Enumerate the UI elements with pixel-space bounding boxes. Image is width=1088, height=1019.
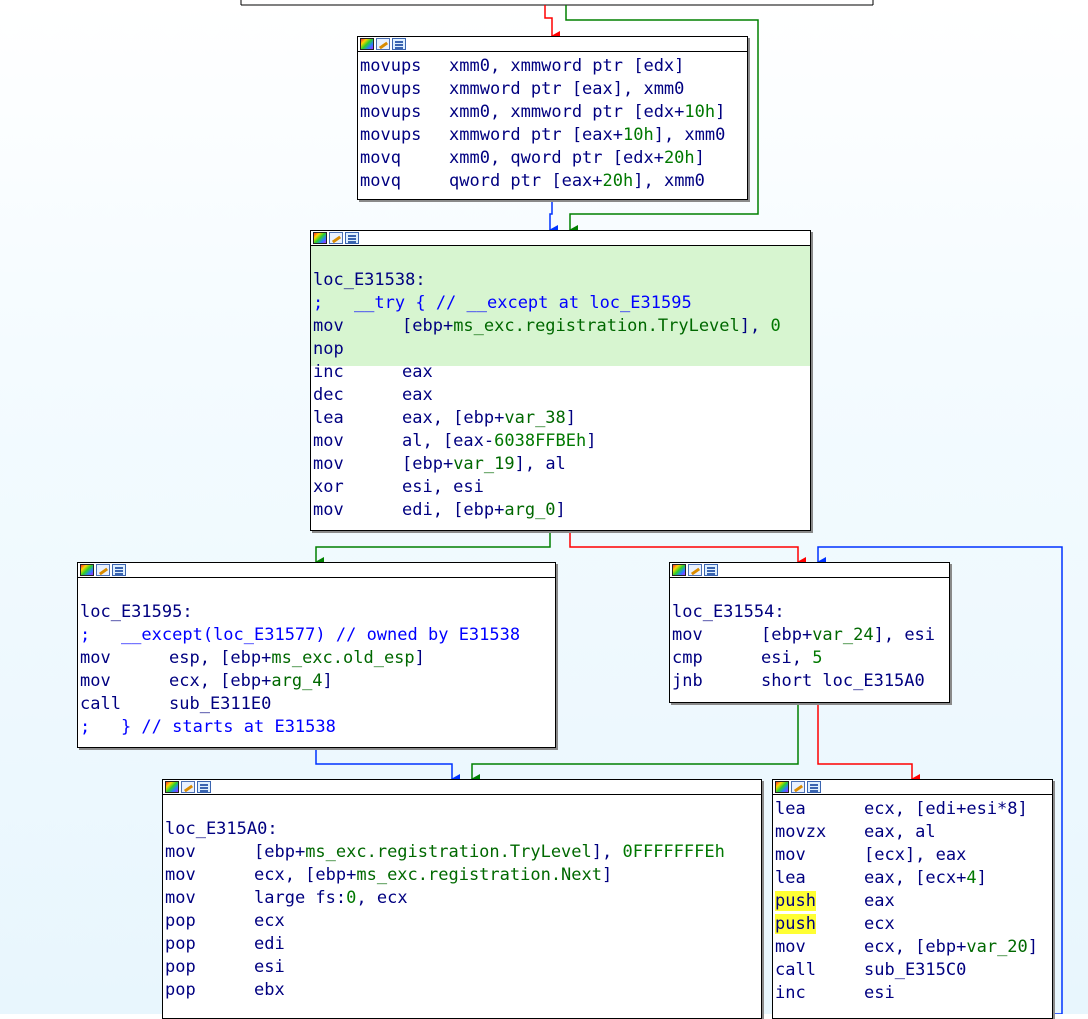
asm-line[interactable]: mov al, [eax-6038FFBEh] bbox=[313, 430, 810, 453]
color-palette-icon[interactable] bbox=[360, 38, 374, 50]
asm-line[interactable]: mov edi, [ebp+arg_0] bbox=[313, 499, 810, 522]
asm-line[interactable]: movzx eax, al bbox=[775, 821, 1052, 844]
code-block-xmm-copy[interactable]: movups xmm0, xmmword ptr [edx] movups xmmw… bbox=[357, 36, 748, 200]
asm-line[interactable]: pop ecx bbox=[165, 910, 761, 933]
highlighted-mnemonic: push bbox=[775, 914, 816, 934]
edge-b2-to-b3 bbox=[315, 531, 551, 567]
asm-line[interactable]: pop ebx bbox=[165, 979, 761, 1002]
asm-line[interactable]: xor esi, esi bbox=[313, 476, 810, 499]
asm-line[interactable]: nop bbox=[313, 338, 810, 361]
code-block-loc-e31554[interactable]: loc_E31554: mov [ebp+var_24], esi cmp esi,… bbox=[669, 562, 950, 703]
asm-line[interactable]: mov [ebp+var_24], esi bbox=[672, 624, 949, 647]
block-label[interactable]: loc_E31554: bbox=[672, 601, 949, 624]
block-titlebar bbox=[311, 231, 810, 246]
asm-line[interactable]: pop edi bbox=[165, 933, 761, 956]
rename-pencil-icon[interactable] bbox=[96, 564, 110, 576]
block-titlebar bbox=[358, 37, 747, 52]
edge-b3-to-b5 bbox=[315, 748, 460, 784]
asm-line[interactable]: lea ecx, [edi+esi*8] bbox=[775, 798, 1052, 821]
asm-line[interactable]: cmp esi, 5 bbox=[672, 647, 949, 670]
rename-pencil-icon[interactable] bbox=[181, 781, 195, 793]
asm-line[interactable]: call sub_E315C0 bbox=[775, 959, 1052, 982]
asm-line[interactable]: movups xmmword ptr [eax], xmm0 bbox=[360, 78, 747, 101]
asm-line[interactable]: mov [ebp+ms_exc.registration.TryLevel], 0… bbox=[165, 841, 761, 864]
edge-b1-to-b2 bbox=[549, 200, 558, 235]
code-block-loc-e31595[interactable]: loc_E31595: ; __except(loc_E31577) // ow… bbox=[77, 562, 556, 748]
color-palette-icon[interactable] bbox=[672, 564, 686, 576]
rename-pencil-icon[interactable] bbox=[791, 781, 805, 793]
asm-line[interactable]: dec eax bbox=[313, 384, 810, 407]
asm-line[interactable]: call sub_E311E0 bbox=[80, 693, 555, 716]
graph-group-icon[interactable] bbox=[112, 564, 126, 576]
asm-line[interactable]: mov large fs:0, ecx bbox=[165, 887, 761, 910]
code-block-loc-e315a0[interactable]: loc_E315A0: mov [ebp+ms_exc.registration.… bbox=[162, 779, 762, 1019]
asm-line[interactable]: movups xmm0, xmmword ptr [edx+10h] bbox=[360, 101, 747, 124]
asm-line[interactable]: movq qword ptr [eax+20h], xmm0 bbox=[360, 170, 747, 193]
asm-line[interactable]: mov [ebp+var_19], al bbox=[313, 453, 810, 476]
graph-group-icon[interactable] bbox=[704, 564, 718, 576]
asm-line[interactable]: lea eax, [ecx+4] bbox=[775, 867, 1052, 890]
asm-line[interactable]: jnb short loc_E315A0 bbox=[672, 670, 949, 693]
edge-top-to-b1 bbox=[544, 5, 560, 41]
rename-pencil-icon[interactable] bbox=[376, 38, 390, 50]
asm-line[interactable]: movups xmmword ptr [eax+10h], xmm0 bbox=[360, 124, 747, 147]
edge-b2-to-b4 bbox=[569, 531, 806, 567]
block-titlebar bbox=[78, 563, 555, 578]
asm-line[interactable]: mov ecx, [ebp+arg_4] bbox=[80, 670, 555, 693]
asm-line[interactable]: mov [ecx], eax bbox=[775, 844, 1052, 867]
color-palette-icon[interactable] bbox=[80, 564, 94, 576]
code-block-loc-e31538[interactable]: loc_E31538: ; __try { // __except at loc… bbox=[310, 230, 811, 531]
graph-group-icon[interactable] bbox=[392, 38, 406, 50]
blank-line bbox=[313, 249, 810, 269]
asm-line[interactable]: lea eax, [ebp+var_38] bbox=[313, 407, 810, 430]
edge-b4-to-b6 bbox=[817, 703, 920, 784]
asm-line[interactable]: movq xmm0, qword ptr [edx+20h] bbox=[360, 147, 747, 170]
asm-line[interactable]: mov ecx, [ebp+var_20] bbox=[775, 936, 1052, 959]
graph-group-icon[interactable] bbox=[345, 232, 359, 244]
color-palette-icon[interactable] bbox=[165, 781, 179, 793]
rename-pencil-icon[interactable] bbox=[688, 564, 702, 576]
block-label[interactable]: loc_E31595: bbox=[80, 601, 555, 624]
asm-line[interactable]: mov [ebp+ms_exc.registration.TryLevel], 0 bbox=[313, 315, 810, 338]
rename-pencil-icon[interactable] bbox=[329, 232, 343, 244]
block-titlebar bbox=[670, 563, 949, 578]
asm-line-highlighted[interactable]: push eax bbox=[775, 890, 1052, 913]
color-palette-icon[interactable] bbox=[313, 232, 327, 244]
asm-line[interactable]: inc eax bbox=[313, 361, 810, 384]
highlighted-mnemonic: push bbox=[775, 891, 816, 911]
asm-comment: ; } // starts at E31538 bbox=[80, 717, 336, 737]
asm-line-highlighted[interactable]: push ecx bbox=[775, 913, 1052, 936]
graph-group-icon[interactable] bbox=[807, 781, 821, 793]
asm-comment: ; __except(loc_E31577) // owned by E3153… bbox=[80, 625, 521, 645]
asm-line[interactable]: mov ecx, [ebp+ms_exc.registration.Next] bbox=[165, 864, 761, 887]
color-palette-icon[interactable] bbox=[775, 781, 789, 793]
block-label[interactable]: loc_E315A0: bbox=[165, 818, 761, 841]
block-titlebar bbox=[163, 780, 761, 795]
code-block-loop-body[interactable]: lea ecx, [edi+esi*8] movzx eax, al mov [ecx… bbox=[772, 779, 1053, 1019]
asm-line[interactable]: pop esi bbox=[165, 956, 761, 979]
block-titlebar bbox=[773, 780, 1052, 795]
asm-line[interactable]: inc esi bbox=[775, 982, 1052, 1005]
block-label[interactable]: loc_E31538: bbox=[313, 269, 810, 292]
asm-comment: ; __try { // __except at loc_E31595 bbox=[313, 293, 692, 313]
graph-group-icon[interactable] bbox=[197, 781, 211, 793]
asm-line[interactable]: mov esp, [ebp+ms_exc.old_esp] bbox=[80, 647, 555, 670]
asm-line[interactable]: movups xmm0, xmmword ptr [edx] bbox=[360, 55, 747, 78]
